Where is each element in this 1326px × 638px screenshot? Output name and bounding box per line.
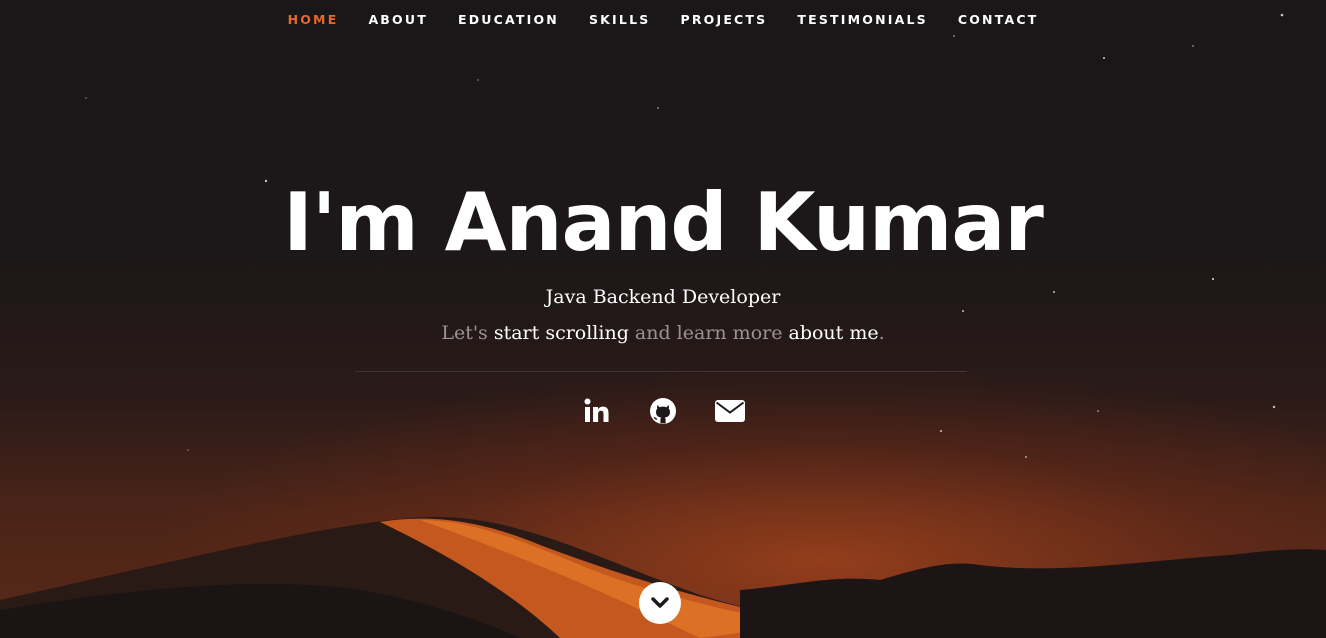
scroll-down-button[interactable] xyxy=(639,582,681,624)
hero-section: HOME ABOUT EDUCATION SKILLS PROJECTS TES… xyxy=(0,0,1326,638)
about-me-link[interactable]: about me xyxy=(789,322,879,344)
linkedin-link[interactable] xyxy=(582,396,612,426)
nav-item-about[interactable]: ABOUT xyxy=(353,0,443,40)
hero-role: Java Backend Developer xyxy=(545,286,781,308)
nav-item-testimonials[interactable]: TESTIMONIALS xyxy=(782,0,942,40)
tagline-text-1: Let's xyxy=(441,322,494,344)
tagline-text-2: and learn more xyxy=(628,322,789,344)
nav-item-skills[interactable]: SKILLS xyxy=(574,0,665,40)
nav-item-contact[interactable]: CONTACT xyxy=(943,0,1054,40)
email-link[interactable] xyxy=(714,396,745,426)
main-nav: HOME ABOUT EDUCATION SKILLS PROJECTS TES… xyxy=(0,0,1326,40)
social-links xyxy=(0,396,1326,426)
tagline-text-3: . xyxy=(878,322,885,344)
start-scrolling-link[interactable]: start scrolling xyxy=(494,322,629,344)
chevron-down-icon xyxy=(651,597,669,608)
desert-night-background xyxy=(0,13,1326,638)
github-link[interactable] xyxy=(648,396,678,426)
hero-title: I'm Anand Kumar xyxy=(283,176,1044,269)
nav-item-education[interactable]: EDUCATION xyxy=(443,0,574,40)
hero-tagline: Let's start scrolling and learn more abo… xyxy=(0,322,1326,344)
hero-divider xyxy=(355,371,967,372)
nav-item-home[interactable]: HOME xyxy=(273,0,354,40)
nav-item-projects[interactable]: PROJECTS xyxy=(665,0,782,40)
envelope-icon xyxy=(715,400,745,422)
linkedin-icon xyxy=(584,398,609,422)
github-icon xyxy=(650,398,676,424)
